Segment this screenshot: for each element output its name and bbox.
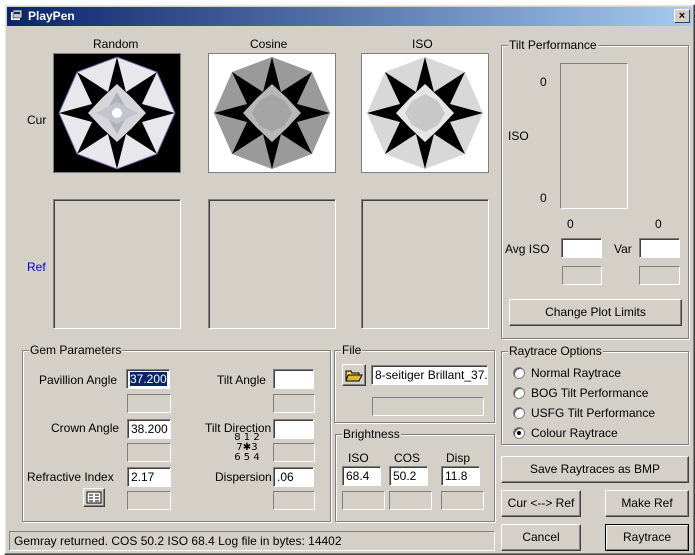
filename-field[interactable]: 8-seitiger Brillant_37. — [371, 365, 488, 385]
radio-button[interactable] — [513, 367, 525, 379]
file-label: File — [341, 343, 363, 357]
brightness-cos-indicator — [389, 491, 432, 510]
radio-button[interactable] — [513, 407, 525, 419]
pavillion-angle-label: Pavillion Angle — [39, 373, 118, 387]
make-ref-button[interactable]: Make Ref — [605, 490, 689, 517]
brightness-disp-field[interactable]: 11.8 — [441, 466, 480, 486]
cosine-label: Cosine — [250, 37, 288, 51]
open-folder-icon — [345, 370, 363, 382]
refractive-lookup-button[interactable] — [83, 488, 105, 507]
iso-ref-image — [361, 199, 489, 329]
refractive-indicator — [127, 491, 171, 510]
gem-parameters-label: Gem Parameters — [29, 343, 123, 357]
tilt-performance-label: Tilt Performance — [508, 38, 598, 52]
var-field[interactable] — [639, 238, 680, 258]
refractive-index-label: Refractive Index — [27, 470, 114, 484]
cosine-ref-image — [208, 199, 336, 329]
tilt-direction-indicator — [273, 443, 315, 462]
radio-bog-tilt[interactable]: BOG Tilt Performance — [513, 385, 683, 403]
plot-y-top: 0 — [540, 75, 547, 89]
dispersion-field[interactable]: .06 — [273, 467, 314, 487]
tilt-direction-field[interactable] — [273, 419, 314, 439]
file-indicator — [372, 397, 484, 416]
plot-y-axis-label: ISO — [508, 129, 529, 143]
window-title: PlayPen — [28, 9, 75, 23]
tilt-angle-label: Tilt Angle — [217, 373, 266, 387]
var-label: Var — [614, 242, 632, 256]
tilt-plot-area — [560, 63, 628, 209]
iso-gem-image — [361, 53, 489, 173]
dispersion-indicator — [273, 491, 315, 510]
brightness-cos-field[interactable]: 50.2 — [389, 466, 428, 486]
close-button[interactable]: × — [674, 9, 690, 23]
cancel-button[interactable]: Cancel — [501, 524, 581, 551]
dispersion-label: Dispersion — [215, 470, 272, 484]
plot-x-right: 0 — [655, 217, 662, 231]
brightness-disp-label: Disp — [446, 451, 471, 465]
var-indicator — [639, 266, 680, 285]
radio-label: Colour Raytrace — [531, 426, 618, 440]
crown-indicator — [127, 443, 171, 462]
radio-label: BOG Tilt Performance — [531, 386, 649, 400]
radio-button-selected[interactable] — [513, 427, 525, 439]
brightness-iso-indicator — [342, 491, 385, 510]
brightness-disp-indicator — [441, 491, 484, 510]
compass-row-bottom: 6 5 4 — [234, 452, 260, 463]
random-gem-image — [53, 53, 181, 173]
radio-label: USFG Tilt Performance — [531, 406, 656, 420]
radio-normal-raytrace[interactable]: Normal Raytrace — [513, 365, 683, 383]
plot-x-left: 0 — [567, 217, 574, 231]
app-icon — [11, 10, 23, 20]
raytrace-button[interactable]: Raytrace — [605, 524, 689, 551]
tilt-direction-compass[interactable]: 8 1 2 7✱3 6 5 4 — [230, 433, 264, 469]
radio-usfg-tilt[interactable]: USFG Tilt Performance — [513, 405, 683, 423]
iso-label: ISO — [412, 37, 433, 51]
playpen-window: PlayPen × Random Cosine ISO Cur Ref Tilt… — [4, 4, 695, 555]
random-label: Random — [93, 37, 139, 51]
avg-iso-field[interactable] — [561, 238, 602, 258]
brightness-iso-label: ISO — [348, 451, 369, 465]
title-bar[interactable]: PlayPen × — [7, 7, 692, 26]
pavillion-indicator — [127, 394, 171, 413]
brightness-iso-field[interactable]: 68.4 — [342, 466, 381, 486]
brightness-cos-label: COS — [394, 451, 421, 465]
list-icon — [86, 491, 102, 504]
radio-button[interactable] — [513, 387, 525, 399]
avg-iso-label: Avg ISO — [505, 242, 550, 256]
tilt-angle-field[interactable] — [273, 369, 314, 389]
radio-label: Normal Raytrace — [531, 366, 622, 380]
crown-angle-field[interactable]: 38.200 — [127, 419, 171, 439]
ref-label: Ref — [27, 260, 46, 274]
pavillion-angle-field[interactable]: 37.200 — [126, 369, 170, 389]
status-bar: Gemray returned. COS 50.2 ISO 68.4 Log f… — [9, 531, 495, 551]
random-ref-image — [53, 199, 181, 329]
raytrace-options-label: Raytrace Options — [508, 344, 603, 358]
open-file-button[interactable] — [342, 364, 366, 386]
swap-cur-ref-button[interactable]: Cur <--> Ref — [501, 490, 581, 517]
radio-colour-raytrace[interactable]: Colour Raytrace — [513, 425, 683, 443]
cosine-gem-image — [208, 53, 336, 173]
change-plot-limits-button[interactable]: Change Plot Limits — [509, 299, 682, 326]
refractive-index-field[interactable]: 2.17 — [127, 467, 171, 487]
tilt-angle-indicator — [273, 394, 315, 413]
brightness-label: Brightness — [342, 427, 401, 441]
save-raytraces-bmp-button[interactable]: Save Raytraces as BMP — [501, 456, 689, 483]
cur-label: Cur — [27, 113, 47, 127]
plot-y-bottom: 0 — [540, 191, 547, 205]
crown-angle-label: Crown Angle — [51, 421, 120, 435]
avg-iso-indicator — [562, 266, 602, 285]
